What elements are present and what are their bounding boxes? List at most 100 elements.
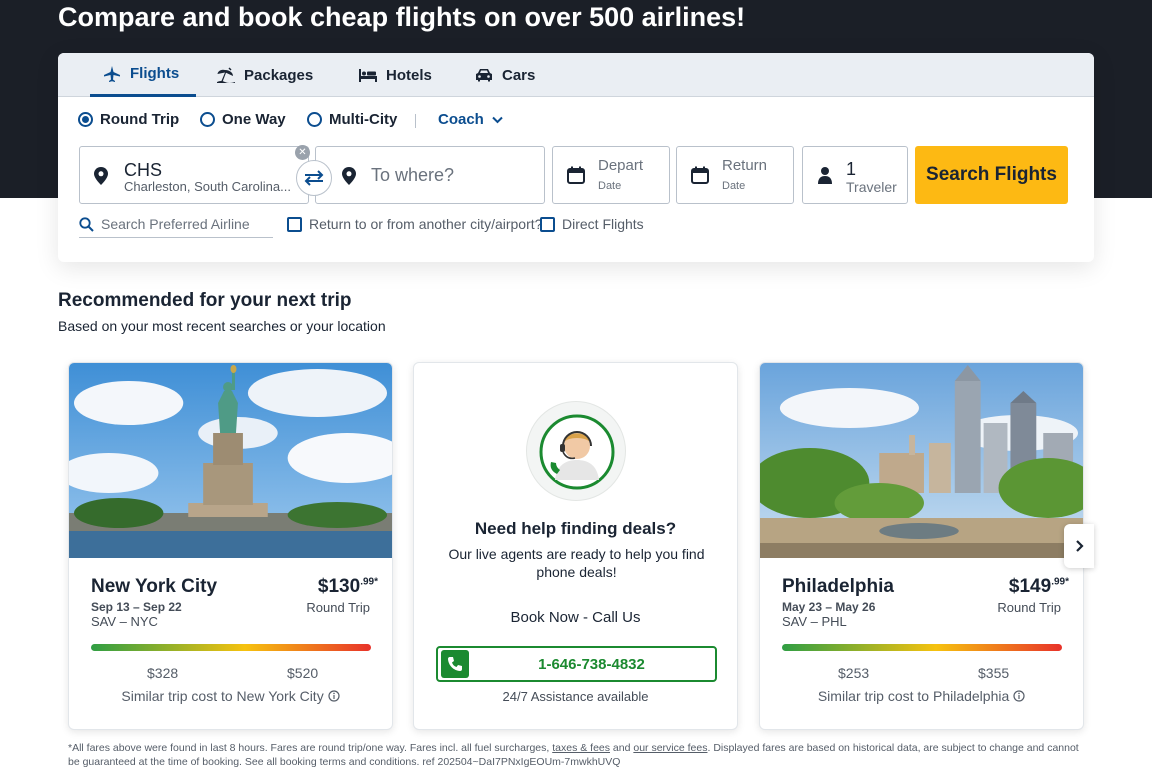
destination-name: New York City (91, 576, 218, 597)
radio-label: One Way (222, 111, 286, 128)
price-range-low: $253 (838, 665, 870, 681)
help-card: Need help finding deals? Our live agents… (413, 362, 738, 730)
support-agent-icon (539, 414, 615, 490)
traveler-count: 1 (846, 159, 857, 179)
trip-type: Round Trip (306, 600, 370, 615)
statue-of-liberty-image (69, 363, 392, 558)
flight-search-panel: Flights Packages Hotels Cars Round Trip … (58, 53, 1094, 262)
travelers-field[interactable]: 1 Traveler (802, 146, 908, 204)
taxes-fees-link[interactable]: taxes & fees (552, 742, 610, 754)
clear-origin-icon[interactable]: ✕ (295, 145, 310, 160)
calendar-icon (567, 166, 585, 184)
divider (415, 114, 416, 128)
radio-label: Round Trip (100, 111, 180, 128)
price-whole: $149 (1008, 576, 1052, 597)
tab-label: Packages (244, 66, 314, 84)
depart-date-field[interactable]: Depart Date (552, 146, 670, 204)
deal-price: $130.99* (318, 576, 378, 598)
chevron-right-icon (1075, 540, 1084, 552)
philadelphia-skyline-image (760, 363, 1083, 558)
location-pin-icon (94, 167, 108, 185)
location-pin-icon (342, 167, 356, 185)
depart-label: Depart (598, 157, 644, 174)
origin-city: Charleston, South Carolina... (124, 179, 291, 194)
radio-dot (78, 112, 93, 127)
return-other-airport-checkbox[interactable]: Return to or from another city/airport? (287, 216, 542, 232)
radio-dot (307, 112, 322, 127)
tab-packages[interactable]: Packages (216, 53, 313, 97)
radio-label: Multi-City (329, 111, 398, 128)
radio-dot (200, 112, 215, 127)
similar-trip-cost: Similar trip cost to Philadelphia (760, 688, 1083, 704)
deal-price: $149.99* (1009, 576, 1069, 598)
checkbox-box (540, 216, 555, 232)
similar-trip-cost: Similar trip cost to New York City (69, 688, 392, 704)
direct-flights-checkbox[interactable]: Direct Flights (540, 216, 644, 232)
return-sublabel: Date (722, 180, 746, 192)
bed-icon (359, 69, 377, 82)
book-now-label: Book Now - Call Us (510, 609, 641, 626)
return-date-field[interactable]: Return Date (676, 146, 794, 204)
tab-cars[interactable]: Cars (474, 53, 535, 97)
search-flights-button[interactable]: Search Flights (915, 146, 1068, 204)
price-asterisk: * (374, 576, 378, 588)
info-icon[interactable] (327, 690, 340, 702)
phone-number: 1-646-738-4832 (538, 655, 645, 673)
radio-round-trip[interactable]: Round Trip (78, 111, 179, 128)
deal-card-new-york[interactable]: New York City Sep 13 – Sep 22 SAV – NYC … (68, 362, 393, 730)
fare-disclaimer: *All fares above were found in last 8 ho… (68, 741, 1084, 768)
price-cents: .99 (360, 576, 375, 588)
depart-sublabel: Date (598, 180, 622, 192)
preferred-airline-input[interactable]: Search Preferred Airline (79, 211, 273, 238)
origin-field[interactable]: CHS Charleston, South Carolina... (79, 146, 309, 204)
cabin-class-dropdown[interactable]: Coach (438, 111, 503, 128)
traveler-label: Traveler (846, 179, 897, 195)
product-tabs: Flights Packages Hotels Cars (58, 53, 1094, 97)
disclaimer-and: and (610, 742, 634, 754)
preferred-airline-placeholder: Search Preferred Airline (101, 216, 250, 232)
tab-hotels[interactable]: Hotels (358, 53, 432, 97)
support-agent-avatar (526, 401, 626, 501)
beach-icon (217, 67, 235, 83)
checkbox-label: Return to or from another city/airport? (309, 216, 543, 232)
disclaimer-text: *All fares above were found in last 8 ho… (68, 742, 553, 754)
radio-multi-city[interactable]: Multi-City (307, 111, 397, 128)
help-title: Need help finding deals? (474, 519, 677, 538)
plane-icon (104, 65, 120, 82)
price-range-bar (91, 644, 371, 651)
call-phone-button[interactable]: 1-646-738-4832 (436, 646, 717, 682)
tab-label: Flights (130, 65, 180, 82)
phone-icon-box (441, 650, 469, 678)
destination-field[interactable]: To where? (315, 146, 545, 204)
swap-icon (304, 170, 324, 186)
info-icon[interactable] (1013, 690, 1025, 702)
deal-card-philadelphia[interactable]: Philadelphia May 23 – May 26 SAV – PHL $… (759, 362, 1084, 730)
radio-one-way[interactable]: One Way (200, 111, 286, 128)
calendar-icon (691, 166, 709, 184)
recommended-subtitle: Based on your most recent searches or yo… (58, 318, 386, 334)
price-cents-asterisk: .99* (1051, 577, 1069, 588)
price-cents-asterisk: .99* (360, 577, 378, 588)
similar-trip-text: Similar trip cost to New York City (121, 688, 324, 704)
price-whole: $130 (317, 576, 361, 597)
person-icon (818, 167, 832, 184)
origin-code: CHS (124, 160, 163, 180)
carousel-next-button[interactable] (1064, 524, 1094, 568)
search-icon (79, 216, 94, 232)
tab-flights[interactable]: Flights (90, 53, 196, 97)
checkbox-label: Direct Flights (562, 216, 644, 232)
price-asterisk: * (1065, 576, 1069, 588)
price-range-high: $355 (978, 665, 1010, 681)
cabin-class-value: Coach (438, 111, 484, 128)
phone-icon (448, 657, 462, 671)
similar-trip-text: Similar trip cost to Philadelphia (817, 688, 1010, 704)
swap-locations-button[interactable] (296, 160, 332, 196)
destination-name: Philadelphia (782, 576, 894, 597)
tab-label: Cars (502, 66, 536, 84)
help-text: Our live agents are ready to help you fi… (448, 546, 705, 580)
checkbox-box (287, 216, 302, 232)
service-fees-link[interactable]: our service fees (633, 742, 707, 754)
price-range-high: $520 (287, 665, 319, 681)
price-range-low: $328 (147, 665, 179, 681)
trip-route: SAV – PHL (782, 614, 847, 629)
